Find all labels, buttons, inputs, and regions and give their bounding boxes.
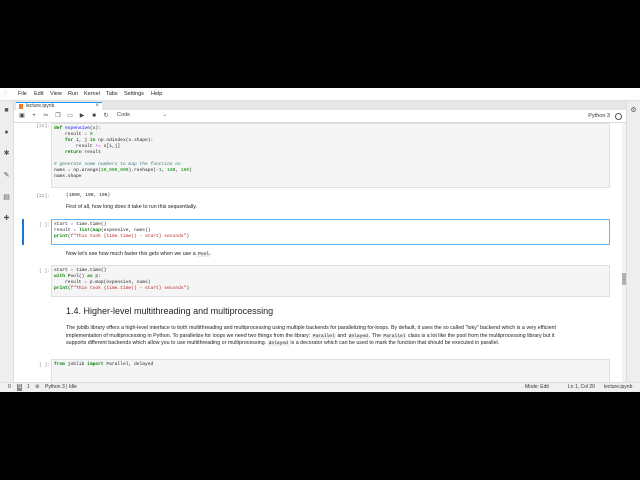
code-cell-input[interactable]: start = time.time() with Pool() as p: re… — [51, 265, 610, 297]
text: and — [337, 332, 347, 339]
markdown-text: Now let's see how much faster this gets … — [66, 251, 196, 257]
cell-prompt: [ ]: — [38, 223, 50, 228]
left-sidebar: ■ ● ✱ ✎ ▤ ✚ — [0, 101, 14, 382]
run-icon[interactable]: ▶ — [78, 112, 86, 120]
python-icon: ⚙ — [35, 384, 40, 390]
kernel-name[interactable]: Python 3 — [588, 112, 610, 120]
folder-icon[interactable]: ■ — [3, 107, 10, 114]
code-text: def expensive(x): result = 0 for i, j in… — [54, 126, 192, 179]
menu-run[interactable]: Run — [68, 91, 78, 98]
text: class is a lot like the pool from the mu… — [407, 332, 555, 339]
code-text: start = time.time() result = list(map(ex… — [54, 222, 190, 239]
cell-type-value: Code — [117, 112, 131, 118]
inline-code: delayed — [347, 333, 369, 339]
paragraph-line: The joblib library offers a high-level i… — [66, 325, 556, 331]
cut-icon[interactable]: ✂ — [42, 112, 50, 120]
terminals-count[interactable]: 0 — [8, 383, 11, 392]
cell-prompt: [ ]: — [38, 363, 50, 368]
code-cell-input-active[interactable]: start = time.time() result = list(map(ex… — [51, 219, 610, 245]
section-heading: 1.4. Higher-level multithreading and mul… — [66, 306, 274, 316]
text: supports different backends which allow … — [66, 340, 267, 347]
chevron-down-icon: ⌄ — [162, 112, 167, 118]
menu-settings[interactable]: Settings — [124, 91, 144, 98]
save-icon[interactable]: ▣ — [18, 112, 26, 120]
inline-code: Parallel — [382, 333, 407, 339]
paragraph-line: supports different backends which allow … — [66, 340, 621, 348]
text: is a decorator which can be used to mark… — [290, 340, 500, 347]
code-cell-input[interactable]: def expensive(x): result = 0 for i, j in… — [51, 123, 610, 188]
palette-icon[interactable]: ✱ — [3, 150, 10, 157]
paragraph-line: implementation of multiprocessing in Pyt… — [66, 333, 621, 341]
menu-edit[interactable]: Edit — [34, 91, 43, 98]
inline-code: Parallel — [311, 333, 336, 339]
kernel-status-icon — [615, 113, 622, 120]
code-text: from joblib import Parallel, delayed — [54, 362, 154, 367]
copy-icon[interactable]: ❐ — [54, 112, 62, 120]
code-text: start = time.time() with Pool() as p: re… — [54, 268, 190, 291]
property-inspector-icon[interactable]: ⚙ — [630, 107, 637, 114]
editor-mode: Mode: Edit — [525, 384, 549, 390]
notebook-toolbar: ▣ + ✂ ❐ ▭ ▶ ■ ↻ Code ⌄ Python 3 — [14, 110, 626, 123]
running-icon[interactable]: ● — [3, 129, 10, 136]
markdown-text: . — [210, 251, 212, 257]
cell-type-select[interactable]: Code ⌄ — [117, 112, 169, 119]
restart-icon[interactable]: ↻ — [102, 112, 110, 120]
status-bar: 0 S 1 ⚙ Python 3 | Idle Mode: Edit Ln 1,… — [0, 382, 640, 392]
kernel-status[interactable]: Python 3 | Idle — [45, 383, 77, 392]
menu-kernel[interactable]: Kernel — [84, 91, 100, 98]
menu-file[interactable]: File — [18, 91, 27, 98]
add-cell-icon[interactable]: + — [30, 112, 38, 120]
notebook-panel[interactable]: [22]: def expensive(x): result = 0 for i… — [14, 123, 626, 382]
cell-output: (1000, 100, 100) — [66, 193, 111, 198]
menu-tabs[interactable]: Tabs — [106, 91, 118, 98]
markdown-paragraph: The joblib library offers a high-level i… — [66, 325, 621, 348]
cell-prompt: [ ]: — [38, 269, 50, 274]
jupyterlab-window: ◌ File Edit View Run Kernel Tabs Setting… — [0, 88, 640, 392]
menu-help[interactable]: Help — [151, 91, 162, 98]
wrench-icon[interactable]: ✎ — [3, 172, 10, 179]
status-s-badge[interactable]: S — [17, 384, 23, 391]
current-file: lecture.ipynb — [604, 384, 633, 390]
output-prompt: [22]: — [36, 194, 50, 199]
notebook-file-icon — [19, 104, 23, 109]
text: implementation of multiprocessing in Pyt… — [66, 332, 311, 339]
scrollbar[interactable] — [622, 123, 626, 382]
kernels-count[interactable]: 1 — [27, 383, 30, 392]
scrollbar-thumb[interactable] — [622, 273, 626, 285]
paste-icon[interactable]: ▭ — [66, 112, 74, 120]
cursor-position[interactable]: Ln 1, Col 20 — [568, 383, 595, 392]
text: . The — [368, 332, 381, 339]
code-cell-input[interactable]: from joblib import Parallel, delayed — [51, 359, 610, 382]
cell-prompt: [22]: — [36, 124, 50, 129]
extension-icon[interactable]: ✚ — [3, 215, 10, 222]
markdown-cell: Now let's see how much faster this gets … — [66, 251, 212, 259]
jupyter-logo-icon: ◌ — [3, 90, 8, 97]
menu-bar: ◌ File Edit View Run Kernel Tabs Setting… — [0, 88, 640, 101]
tab-bar: lecture.ipynb × — [14, 101, 626, 111]
markdown-cell: First of all, how long does it take to r… — [66, 204, 197, 210]
active-cell-indicator — [22, 219, 24, 245]
menu-view[interactable]: View — [50, 91, 62, 98]
tab-label: lecture.ipynb — [26, 103, 55, 109]
stop-icon[interactable]: ■ — [90, 112, 98, 120]
tabs-icon[interactable]: ▤ — [3, 194, 10, 201]
inline-code: Pool — [197, 252, 211, 257]
right-sidebar: ⚙ — [626, 101, 640, 382]
close-icon[interactable]: × — [95, 103, 99, 110]
inline-code: delayed — [267, 341, 289, 347]
